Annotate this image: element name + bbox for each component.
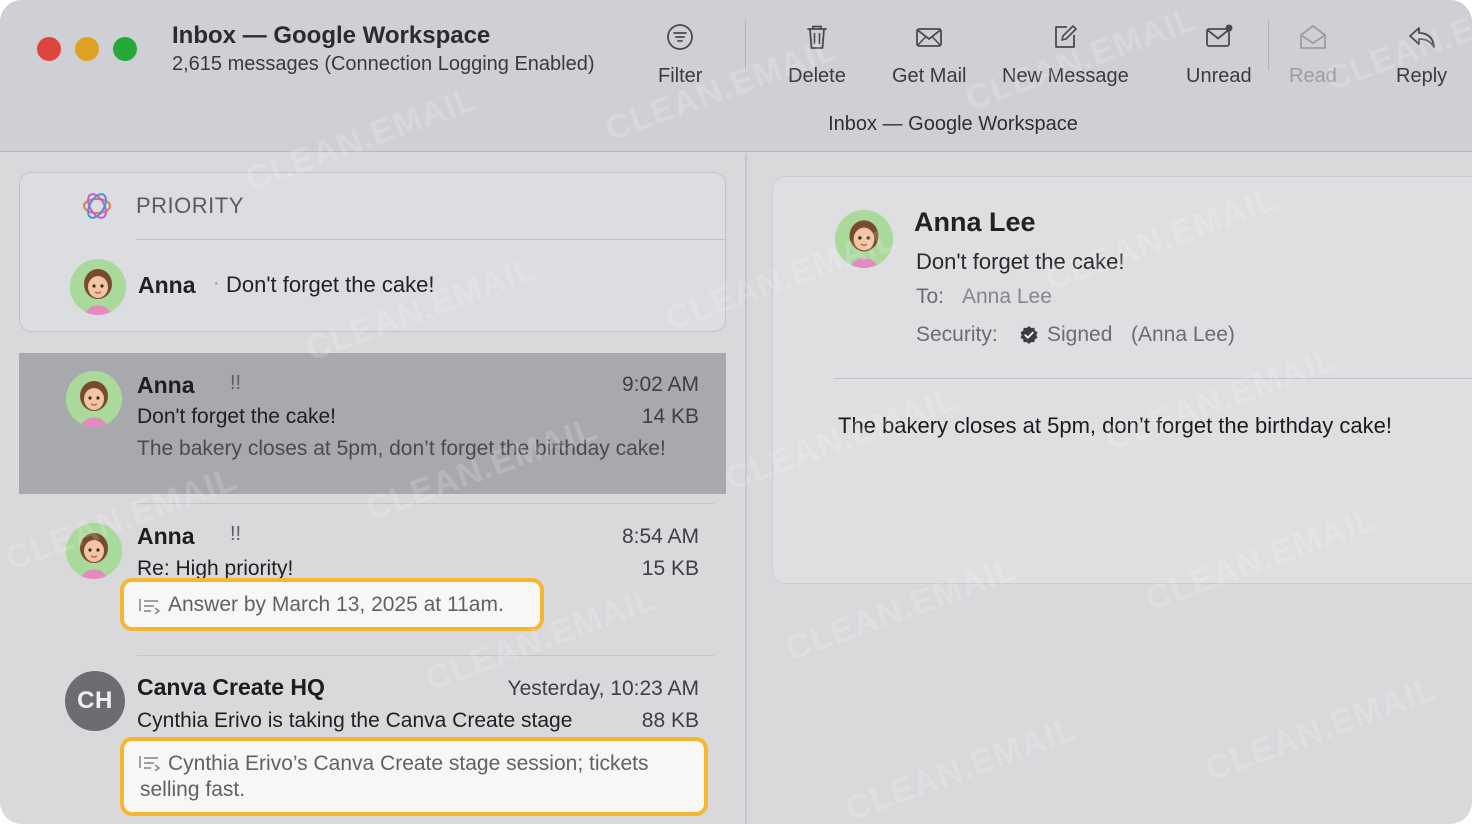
priority-section: PRIORITY Anna · Don't forget the cake! — [19, 172, 726, 332]
memoji-girl-icon — [70, 259, 126, 315]
message-time: 9:02 AM — [621, 373, 699, 396]
sender-avatar — [835, 210, 893, 268]
reply-arrow-icon — [1408, 27, 1435, 48]
message-subject: Cynthia Erivo is taking the Canva Create… — [137, 709, 573, 732]
get-mail-button[interactable]: Get Mail — [892, 22, 966, 98]
reply-label: Reply — [1396, 65, 1448, 87]
memoji-girl-icon — [66, 523, 122, 579]
pane-divider[interactable] — [745, 153, 747, 824]
message-sender: Anna — [137, 523, 195, 549]
reader-body: The bakery closes at 5pm, don’t forget t… — [838, 413, 1392, 438]
avatar — [66, 523, 122, 579]
reader-security-signer: (Anna Lee) — [1131, 323, 1235, 346]
mailbox-path-title: Inbox — Google Workspace — [828, 113, 1078, 135]
memoji-girl-icon — [66, 371, 122, 427]
read-button[interactable]: Read — [1289, 22, 1337, 98]
message-time: Yesterday, 10:23 AM — [507, 677, 699, 700]
reader-security-label: Security: — [916, 323, 998, 346]
priority-separator: · — [213, 272, 220, 294]
delete-button[interactable]: Delete — [788, 22, 846, 98]
window-title: Inbox — Google Workspace — [172, 22, 491, 49]
get-mail-label: Get Mail — [892, 65, 967, 87]
avatar — [66, 371, 122, 427]
zoom-window-button[interactable] — [113, 37, 137, 61]
mail-window: Inbox — Google Workspace 2,615 messages … — [0, 0, 1472, 824]
summary-lines-icon — [139, 756, 161, 771]
message-size: 14 KB — [641, 405, 699, 428]
avatar — [70, 259, 126, 315]
envelope-icon — [916, 28, 943, 47]
verified-badge-icon — [1020, 326, 1038, 344]
message-row[interactable]: Anna !! 9:02 AM Don't forget the cake! 1… — [19, 353, 726, 494]
memoji-girl-icon — [835, 210, 893, 268]
ai-summary-highlight: Answer by March 13, 2025 at 11am. — [120, 578, 544, 631]
window-subtitle: 2,615 messages (Connection Logging Enabl… — [172, 53, 595, 75]
filter-button[interactable]: Filter — [658, 22, 702, 98]
message-preview: The bakery closes at 5pm, don’t forget t… — [137, 437, 666, 460]
message-sender: Anna — [137, 372, 195, 398]
reader-to-label: To: — [916, 285, 945, 308]
reader-divider — [834, 378, 1472, 379]
summary-lines-icon — [139, 599, 161, 614]
apple-intelligence-icon — [83, 193, 111, 219]
new-message-label: New Message — [1002, 65, 1129, 87]
message-viewer: Anna Lee Don't forget the cake! To: Anna… — [772, 176, 1472, 584]
unread-button[interactable]: Unread — [1186, 22, 1252, 98]
ai-summary-highlight: Cynthia Erivo’s Canva Create stage sessi… — [120, 737, 708, 816]
message-sender: Canva Create HQ — [137, 674, 325, 700]
toolbar-separator — [1268, 20, 1269, 70]
message-list: PRIORITY Anna · Don't forget the cake! A… — [0, 153, 745, 824]
message-subject: Don't forget the cake! — [137, 405, 336, 428]
watermark: CLEAN.EMAIL — [840, 709, 1083, 824]
message-time: 8:54 AM — [621, 525, 699, 548]
reader-subject: Don't forget the cake! — [916, 249, 1125, 274]
close-window-button[interactable] — [37, 37, 61, 61]
high-priority-flag: !! — [230, 372, 242, 394]
avatar-initials: CH — [65, 671, 125, 731]
reader-security-status: Signed — [1047, 323, 1113, 346]
reader-to-recipient[interactable]: Anna Lee — [962, 285, 1052, 309]
summary-text: Cynthia Erivo’s Canva Create stage sessi… — [140, 752, 649, 801]
priority-sender: Anna — [138, 272, 196, 298]
compose-icon — [1055, 25, 1078, 48]
toolbar-separator — [745, 20, 746, 70]
message-size: 88 KB — [641, 709, 699, 732]
reader-sender[interactable]: Anna Lee — [914, 207, 1036, 238]
toolbar: Inbox — Google Workspace 2,615 messages … — [0, 0, 1472, 152]
summary-text: Answer by March 13, 2025 at 11am. — [168, 593, 504, 616]
minimize-window-button[interactable] — [75, 37, 99, 61]
delete-label: Delete — [788, 65, 846, 87]
reply-button[interactable]: Reply — [1396, 22, 1447, 98]
unread-envelope-icon — [1205, 24, 1233, 47]
read-label: Read — [1289, 65, 1337, 87]
unread-label: Unread — [1186, 65, 1252, 87]
priority-divider — [136, 239, 726, 240]
trash-icon — [807, 25, 827, 49]
filter-icon — [667, 24, 694, 50]
filter-label: Filter — [658, 65, 703, 87]
message-size: 15 KB — [641, 557, 699, 580]
open-envelope-icon — [1300, 25, 1326, 49]
priority-subject: Don't forget the cake! — [226, 272, 435, 297]
row-separator — [137, 655, 714, 656]
new-message-button[interactable]: New Message — [1002, 22, 1129, 98]
high-priority-flag: !! — [230, 523, 242, 545]
row-separator — [137, 503, 714, 504]
watermark: CLEAN.EMAIL — [1200, 669, 1443, 789]
priority-label: PRIORITY — [136, 193, 244, 218]
